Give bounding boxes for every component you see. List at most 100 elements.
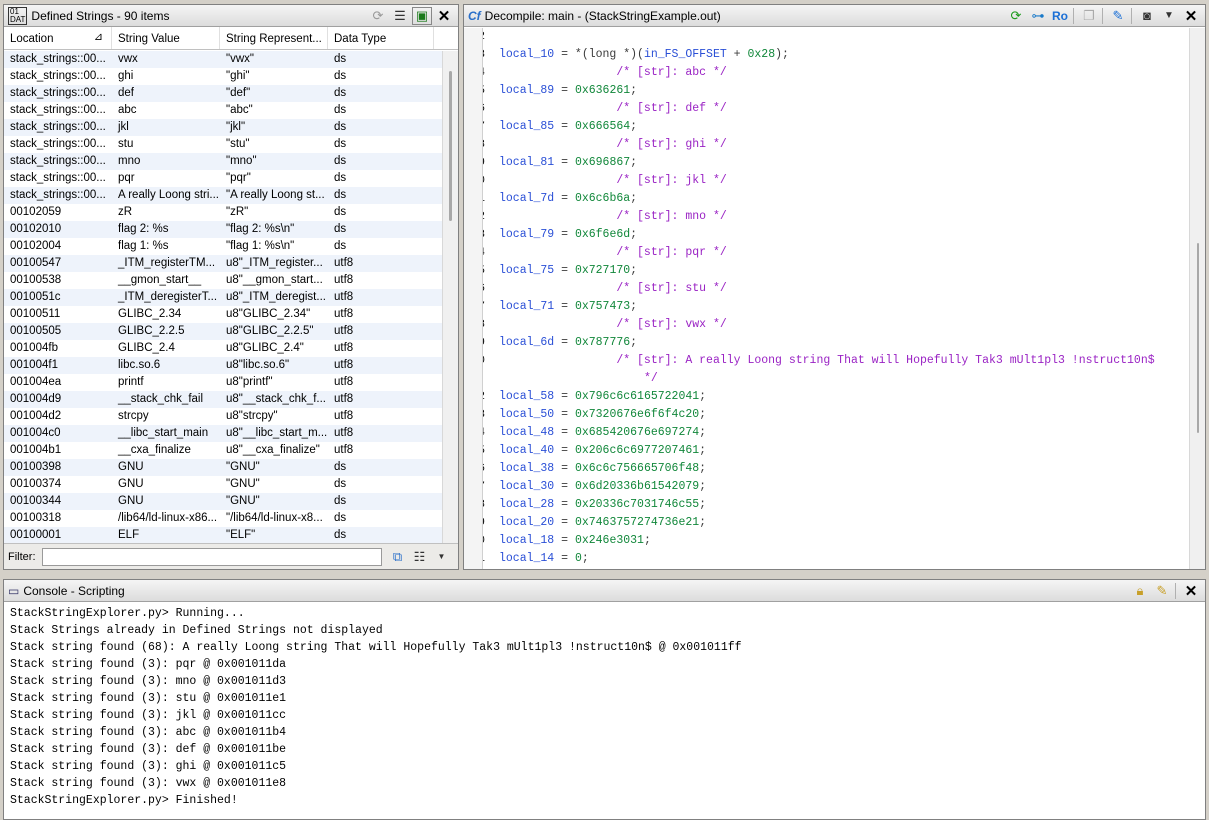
- table-row[interactable]: 001004d2 strcpy u8"strcpy" utf8: [4, 408, 442, 425]
- filter-input[interactable]: [41, 547, 382, 566]
- code-line[interactable]: 59 local_20 = 0x7463757274736e21;: [483, 514, 1189, 532]
- menu-dropdown-icon[interactable]: ▼: [1159, 7, 1179, 25]
- code-line[interactable]: 57 local_30 = 0x6d20336b61542079;: [483, 478, 1189, 496]
- filter-options-icon[interactable]: ⧉: [388, 548, 408, 566]
- code-line[interactable]: 34 /* [str]: abc */: [483, 64, 1189, 82]
- table-row[interactable]: 001004d9 __stack_chk_fail u8"__stack_chk_f…: [4, 391, 442, 408]
- variable-token[interactable]: local_10: [499, 46, 554, 64]
- table-row[interactable]: 00100318/lib64/ld-linux-x86... "/lib64/ld…: [4, 510, 442, 527]
- table-row[interactable]: 00102010 flag 2: %s "flag 2: %s\n" ds: [4, 221, 442, 238]
- clear-console-icon[interactable]: ✎: [1152, 582, 1172, 600]
- code-line[interactable]: 41 local_7d = 0x6c6b6a;: [483, 190, 1189, 208]
- table-row[interactable]: stack_strings::00... def "def" ds: [4, 85, 442, 102]
- table-row[interactable]: stack_strings::00... vwx "vwx" ds: [4, 51, 442, 68]
- code-line[interactable]: 53 local_50 = 0x7320676e6f6f4c20;: [483, 406, 1189, 424]
- code-line[interactable]: 36 /* [str]: def */: [483, 100, 1189, 118]
- dropdown-arrow-icon[interactable]: ▼: [432, 548, 452, 566]
- refresh-decompile-icon[interactable]: ⟳: [1006, 7, 1026, 25]
- filter-settings-icon[interactable]: ☷: [410, 548, 430, 566]
- code-line[interactable]: 60 local_18 = 0x246e3031;: [483, 532, 1189, 550]
- table-row[interactable]: 00100547 _ITM_registerTM... u8"_ITM_regist…: [4, 255, 442, 272]
- table-row[interactable]: 00100344 GNU "GNU" ds: [4, 493, 442, 510]
- code-line[interactable]: 54 local_48 = 0x685420676e697274;: [483, 424, 1189, 442]
- code-line[interactable]: 61 local_14 = 0;: [483, 550, 1189, 568]
- variable-token[interactable]: local_40: [499, 442, 554, 460]
- table-row[interactable]: stack_strings::00... pqr "pqr" ds: [4, 170, 442, 187]
- column-string-value[interactable]: String Value: [112, 27, 220, 49]
- table-row[interactable]: 0010051c _ITM_deregisterT... u8"_ITM_dereg…: [4, 289, 442, 306]
- code-line[interactable]: 42 /* [str]: mno */: [483, 208, 1189, 226]
- scrollbar-thumb[interactable]: [449, 71, 452, 221]
- code-line[interactable]: 38 /* [str]: ghi */: [483, 136, 1189, 154]
- variable-token[interactable]: local_50: [499, 406, 554, 424]
- variable-token[interactable]: local_85: [499, 118, 554, 136]
- table-row[interactable]: 001004b1 __cxa_finalize u8"__cxa_finalize"…: [4, 442, 442, 459]
- table-row[interactable]: 00100374 GNU "GNU" ds: [4, 476, 442, 493]
- variable-token[interactable]: local_6d: [499, 334, 554, 352]
- variable-token[interactable]: local_30: [499, 478, 554, 496]
- table-row[interactable]: 00100398 GNU "GNU" ds: [4, 459, 442, 476]
- table-row[interactable]: stack_strings::00... mno "mno" ds: [4, 153, 442, 170]
- code-line[interactable]: 32: [483, 28, 1189, 46]
- decompile-scrollbar[interactable]: [1189, 28, 1205, 569]
- copy-icon[interactable]: ❐: [1079, 7, 1099, 25]
- variable-token[interactable]: local_20: [499, 514, 554, 532]
- code-line[interactable]: 33 local_10 = *(long *)(in_FS_OFFSET + 0x…: [483, 46, 1189, 64]
- code-line[interactable]: 43 local_79 = 0x6f6e6d;: [483, 226, 1189, 244]
- table-row[interactable]: 001004ea printf u8"printf" utf8: [4, 374, 442, 391]
- variable-token[interactable]: local_71: [499, 298, 554, 316]
- variable-token[interactable]: local_7d: [499, 190, 554, 208]
- variable-token[interactable]: local_14: [499, 550, 554, 568]
- table-row[interactable]: 001004fb GLIBC_2.4 u8"GLIBC_2.4" utf8: [4, 340, 442, 357]
- edit-icon[interactable]: ✎: [1108, 7, 1128, 25]
- variable-token[interactable]: local_81: [499, 154, 554, 172]
- variable-token[interactable]: local_18: [499, 532, 554, 550]
- table-row[interactable]: 00102004 flag 1: %s "flag 1: %s\n" ds: [4, 238, 442, 255]
- code-line[interactable]: */: [483, 370, 1189, 388]
- strings-scrollbar[interactable]: [442, 51, 458, 543]
- variable-token[interactable]: local_48: [499, 424, 554, 442]
- code-line[interactable]: 47 local_71 = 0x757473;: [483, 298, 1189, 316]
- column-string-representation[interactable]: String Represent...: [220, 27, 328, 49]
- table-row[interactable]: stack_strings::00... abc "abc" ds: [4, 102, 442, 119]
- table-row[interactable]: 00100001 ELF "ELF" ds: [4, 527, 442, 543]
- table-row[interactable]: stack_strings::00... stu "stu" ds: [4, 136, 442, 153]
- variable-token[interactable]: local_58: [499, 388, 554, 406]
- snapshot-icon[interactable]: ◙: [1137, 7, 1157, 25]
- code-line[interactable]: 40 /* [str]: jkl */: [483, 172, 1189, 190]
- table-view-icon[interactable]: ☰: [390, 7, 410, 25]
- lock-icon[interactable]: 🔒︎: [1130, 582, 1150, 600]
- refresh-icon[interactable]: ⟳: [368, 7, 388, 25]
- decompiled-code[interactable]: 3233 local_10 = *(long *)(in_FS_OFFSET + …: [483, 28, 1189, 569]
- code-line[interactable]: 35 local_89 = 0x636261;: [483, 82, 1189, 100]
- filter-column-icon[interactable]: ⊿: [94, 30, 103, 43]
- code-line[interactable]: 50 /* [str]: A really Loong string That …: [483, 352, 1189, 370]
- code-line[interactable]: 48 /* [str]: vwx */: [483, 316, 1189, 334]
- table-row[interactable]: 001004f1 libc.so.6 u8"libc.so.6" utf8: [4, 357, 442, 374]
- console-output[interactable]: StackStringExplorer.py> Running... Stack …: [4, 602, 1205, 812]
- close-icon[interactable]: ✕: [434, 7, 454, 25]
- code-line[interactable]: 37 local_85 = 0x666564;: [483, 118, 1189, 136]
- variable-token[interactable]: local_28: [499, 496, 554, 514]
- scrollbar-thumb[interactable]: [1197, 243, 1199, 433]
- close-icon[interactable]: ✕: [1181, 7, 1201, 25]
- code-line[interactable]: 55 local_40 = 0x206c6c6977207461;: [483, 442, 1189, 460]
- code-line[interactable]: 44 /* [str]: pqr */: [483, 244, 1189, 262]
- table-row[interactable]: 00100511 GLIBC_2.34 u8"GLIBC_2.34" utf8: [4, 306, 442, 323]
- table-row[interactable]: 001004c0 __libc_start_main u8"__libc_start…: [4, 425, 442, 442]
- code-line[interactable]: 58 local_28 = 0x20336c7031746c55;: [483, 496, 1189, 514]
- read-only-icon[interactable]: Ro: [1050, 7, 1070, 25]
- code-line[interactable]: 45 local_75 = 0x727170;: [483, 262, 1189, 280]
- table-row[interactable]: 00102059 zR "zR" ds: [4, 204, 442, 221]
- table-row[interactable]: 00100505 GLIBC_2.2.5 u8"GLIBC_2.2.5" utf8: [4, 323, 442, 340]
- column-data-type[interactable]: Data Type: [328, 27, 434, 49]
- variable-token[interactable]: local_79: [499, 226, 554, 244]
- variable-token[interactable]: local_75: [499, 262, 554, 280]
- code-line[interactable]: 39 local_81 = 0x696867;: [483, 154, 1189, 172]
- close-icon[interactable]: ✕: [1181, 582, 1201, 600]
- code-line[interactable]: 56 local_38 = 0x6c6c756665706f48;: [483, 460, 1189, 478]
- table-row[interactable]: stack_strings::00... ghi "ghi" ds: [4, 68, 442, 85]
- table-row[interactable]: stack_strings::00... A really Loong stri.…: [4, 187, 442, 204]
- graph-icon[interactable]: ⊶: [1028, 7, 1048, 25]
- code-line[interactable]: 49 local_6d = 0x787776;: [483, 334, 1189, 352]
